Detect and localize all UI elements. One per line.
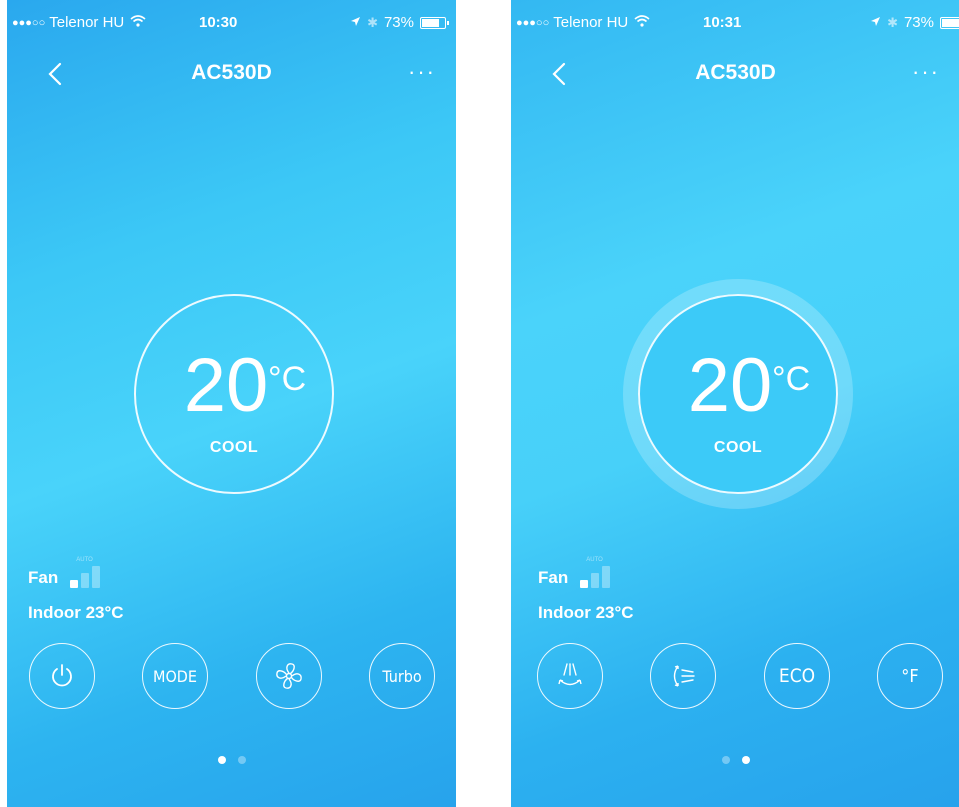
fan-level-bars: AUTO: [580, 557, 611, 588]
fan-bar: [81, 573, 90, 588]
control-row: MODE Turbo: [29, 643, 456, 711]
wifi-icon: [634, 14, 650, 31]
turbo-button[interactable]: Turbo: [369, 643, 435, 709]
page-dot-active[interactable]: [217, 756, 226, 764]
signal-dots-icon: ●●●○○: [516, 16, 550, 29]
fan-speed-button[interactable]: [256, 643, 322, 709]
bluetooth-icon: ✱: [887, 14, 898, 30]
mode-label: COOL: [713, 439, 763, 456]
battery-icon: [420, 16, 449, 29]
phone-screen-2: ●●●○○ Telenor HU 10:31 ✱ 73% AC530D ··· …: [511, 0, 959, 807]
vertical-swing-button[interactable]: [537, 643, 603, 709]
fan-speed-indicator: Fan AUTO: [538, 557, 611, 588]
carrier-name: Telenor HU: [553, 14, 629, 31]
status-time: 10:31: [703, 14, 742, 31]
fan-auto-tag: AUTO: [586, 557, 603, 563]
fan-speed-indicator: Fan AUTO: [28, 557, 101, 588]
fan-label: Fan: [28, 568, 59, 587]
fan-level-bars: AUTO: [70, 557, 101, 588]
temperature-dial[interactable]: 20 °C COOL: [134, 294, 334, 494]
power-icon: [52, 664, 72, 687]
temperature-value: 20: [687, 343, 773, 428]
status-time: 10:30: [199, 14, 238, 31]
control-row: ECO °F: [537, 643, 959, 711]
fan-bar: [92, 566, 101, 588]
vertical-swing-icon: [558, 663, 582, 686]
temperature-unit: °C: [772, 360, 811, 398]
mode-label: COOL: [209, 439, 259, 456]
fan-bar: [70, 580, 79, 588]
eco-button-label: ECO: [778, 665, 816, 687]
status-bar: ●●●○○ Telenor HU 10:30 ✱ 73%: [7, 14, 456, 34]
page-dot[interactable]: [721, 756, 730, 764]
device-title: AC530D: [695, 61, 776, 84]
wifi-icon: [130, 14, 146, 31]
horizontal-swing-icon: [673, 665, 695, 687]
page-indicator: [511, 756, 959, 764]
power-button[interactable]: [29, 643, 95, 709]
fan-label: Fan: [538, 568, 569, 587]
battery-icon: [940, 16, 959, 29]
mode-button[interactable]: MODE: [142, 643, 208, 709]
turbo-button-label: Turbo: [382, 666, 422, 686]
indoor-temperature: Indoor 23°C: [538, 603, 634, 622]
fan-bar: [602, 566, 611, 588]
status-bar: ●●●○○ Telenor HU 10:31 ✱ 73%: [511, 14, 959, 34]
signal-dots-icon: ●●●○○: [12, 16, 46, 29]
bluetooth-icon: ✱: [367, 14, 378, 30]
battery-percent: 73%: [903, 14, 934, 31]
eco-button[interactable]: ECO: [764, 643, 830, 709]
indoor-temperature: Indoor 23°C: [28, 603, 124, 622]
fan-icon: [276, 663, 302, 689]
battery-percent: 73%: [383, 14, 414, 31]
device-title: AC530D: [191, 61, 272, 84]
horizontal-swing-button[interactable]: [650, 643, 716, 709]
more-menu-button[interactable]: ···: [408, 59, 436, 85]
page-indicator: [7, 756, 456, 764]
location-arrow-icon: [350, 14, 361, 31]
fan-bar: [591, 573, 600, 588]
temperature-unit: °C: [268, 360, 307, 398]
fahrenheit-button-label: °F: [901, 665, 919, 687]
page-dot[interactable]: [237, 756, 246, 764]
more-menu-button[interactable]: ···: [912, 59, 940, 85]
nav-bar: AC530D ···: [511, 55, 959, 95]
phone-screen-1: ●●●○○ Telenor HU 10:30 ✱ 73% AC530D ··· …: [7, 0, 456, 807]
location-arrow-icon: [870, 14, 881, 31]
carrier-name: Telenor HU: [49, 14, 125, 31]
temperature-dial[interactable]: 20 °C COOL: [638, 294, 838, 494]
fan-bar: [580, 580, 589, 588]
page-dot-active[interactable]: [741, 756, 750, 764]
fan-auto-tag: AUTO: [76, 557, 93, 563]
temperature-value: 20: [183, 343, 269, 428]
fahrenheit-button[interactable]: °F: [877, 643, 943, 709]
nav-bar: AC530D ···: [7, 55, 456, 95]
mode-button-label: MODE: [153, 666, 197, 686]
